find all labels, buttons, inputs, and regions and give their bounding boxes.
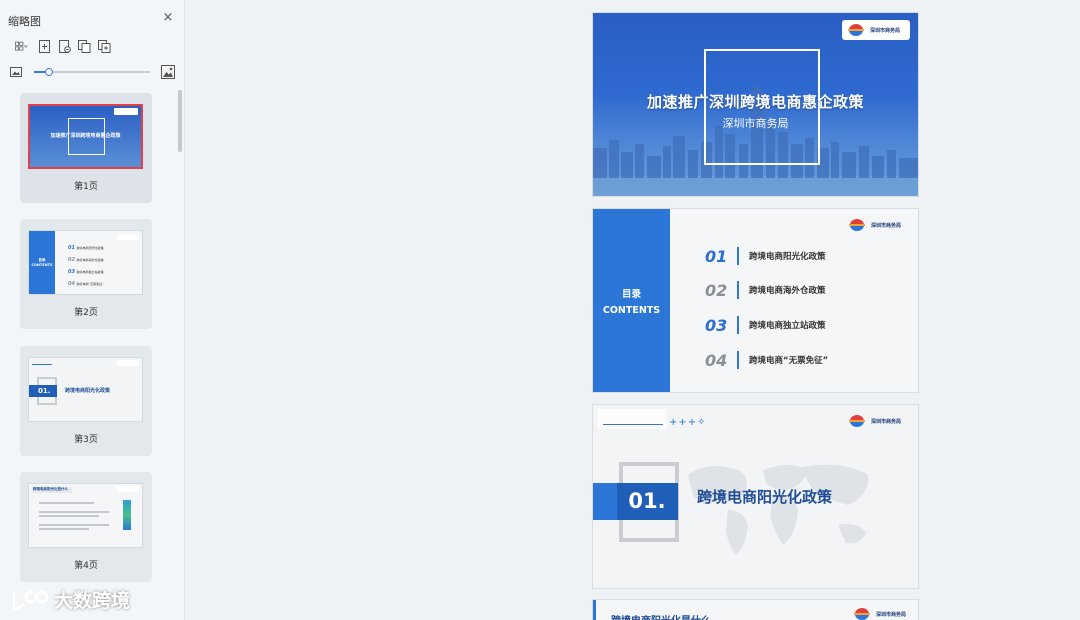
zoom-in-image-icon[interactable]: [161, 65, 175, 79]
panel-title: 缩略图: [8, 15, 41, 28]
world-map-image: [688, 464, 869, 555]
toc-text: 跨境电商海外仓政策: [749, 286, 826, 296]
logo-text: 深圳市商务局: [871, 222, 902, 229]
contents-subtitle: CONTENTS: [602, 305, 661, 316]
logo-badge: 深圳市商务局: [842, 20, 910, 40]
thumbnail-slide-3[interactable]: 01. 跨境电商阳光化政策 第3页: [20, 346, 152, 456]
watermark-logo-icon: [12, 590, 49, 610]
slide-2[interactable]: 目录 CONTENTS 01 跨境电商阳光化政策 02 跨境电商海外仓政策 03…: [593, 209, 918, 392]
logo-text: 深圳市商务局: [870, 27, 901, 34]
thumbnail-slide-2[interactable]: 目录 CONTENTS 01 跨境电商阳光化政策 02 跨境电商海外仓政策 03…: [20, 219, 152, 329]
zoom-out-image-icon[interactable]: [10, 66, 22, 78]
copy-slide-icon[interactable]: [76, 38, 92, 54]
toc-text: 跨境电商“无票免征”: [749, 356, 829, 366]
thumbnail-panel: 缩略图 × 加速推广深圳跨境电商惠企政策 第1页 目录 CONTENTS 01 …: [0, 0, 185, 620]
contents-title: 目录: [621, 289, 641, 300]
delete-slide-icon[interactable]: [56, 38, 72, 54]
toc-item-3[interactable]: 03 跨境电商独立站政策: [705, 315, 826, 335]
thumbnail-toolbar: [10, 38, 116, 54]
toc-divider: [737, 316, 739, 334]
thumbnail-label: 第3页: [74, 435, 98, 445]
slide-3[interactable]: +++✧ 01. 跨境电商阳光化政策 深圳市商务局: [593, 405, 918, 588]
logo-text: 深圳市商务局: [876, 611, 907, 618]
thumbnail-section-num: 01.: [29, 385, 57, 397]
section-number: 01.: [628, 489, 666, 513]
thumbnail-image: 目录 CONTENTS 01 跨境电商阳光化政策 02 跨境电商海外仓政策 03…: [28, 230, 143, 295]
thumbnail-label: 第1页: [74, 182, 98, 192]
logo-text: 深圳市商务局: [871, 418, 902, 425]
decorative-sparkle: +++✧: [669, 417, 707, 428]
slide-title: 跨境电商阳光化是什么: [611, 612, 711, 620]
toc-divider: [737, 351, 739, 369]
commerce-bureau-logo-icon: [848, 24, 864, 36]
toc-item-2[interactable]: 02 跨境电商海外仓政策: [705, 280, 826, 300]
logo-badge: 深圳市商务局: [843, 215, 911, 235]
logo-badge: 深圳市商务局: [848, 604, 916, 620]
slide-subtitle: 深圳市商务局: [722, 117, 789, 130]
slide-4[interactable]: 跨境电商阳光化是什么 深圳市商务局: [593, 600, 918, 620]
thumbnail-slide4-title: 跨境电商阳光化是什么: [33, 487, 68, 491]
commerce-bureau-logo-icon: [849, 219, 865, 231]
slide-accent-bar: [593, 600, 596, 620]
zoom-slider[interactable]: [34, 68, 150, 76]
toc-divider: [737, 247, 739, 265]
thumbnail-label: 第4页: [74, 561, 98, 571]
thumbnail-image: 01. 跨境电商阳光化政策: [28, 357, 143, 422]
thumbnail-scrollbar[interactable]: [178, 90, 182, 152]
commerce-bureau-logo-icon: [849, 415, 865, 427]
contents-sidebar: 目录 CONTENTS: [593, 209, 670, 392]
layout-grid-icon[interactable]: [10, 38, 32, 54]
zoom-slider-row: [10, 64, 176, 80]
thumbnail-section-title: 跨境电商阳光化政策: [65, 388, 111, 394]
toc-item-1[interactable]: 01 跨境电商阳光化政策: [705, 246, 826, 266]
commerce-bureau-logo-icon: [854, 608, 870, 620]
new-slide-icon[interactable]: [36, 38, 52, 54]
toc-number: 02: [705, 280, 728, 300]
logo-badge: 深圳市商务局: [843, 411, 911, 431]
thumbnail-label: 第2页: [74, 308, 98, 318]
toc-text: 跨境电商阳光化政策: [749, 252, 826, 262]
section-title: 跨境电商阳光化政策: [697, 488, 833, 506]
close-icon[interactable]: ×: [161, 11, 175, 25]
thumbnail-slide-1[interactable]: 加速推广深圳跨境电商惠企政策 第1页: [20, 93, 152, 203]
toc-text: 跨境电商独立站政策: [749, 321, 826, 331]
thumbnail-slide-4[interactable]: 跨境电商阳光化是什么 第4页: [20, 472, 152, 582]
toc-item-4[interactable]: 04 跨境电商“无票免征”: [705, 350, 828, 370]
section-number-accent: [593, 483, 617, 520]
toc-divider: [737, 281, 739, 299]
thumbnail-slide-title: 加速推广深圳跨境电商惠企政策: [50, 133, 121, 139]
toc-number: 01: [705, 246, 728, 266]
decorative-line: [603, 424, 663, 425]
zoom-slider-handle[interactable]: [45, 68, 53, 76]
slide-1[interactable]: 加速推广深圳跨境电商惠企政策 深圳市商务局 深圳市商务局: [593, 13, 918, 196]
toc-number: 04: [705, 350, 728, 370]
thumbnail-image: 跨境电商阳光化是什么: [28, 483, 143, 548]
thumbnail-image: 加速推广深圳跨境电商惠企政策: [28, 104, 143, 169]
toc-number: 03: [705, 315, 728, 335]
slide-title: 加速推广深圳跨境电商惠企政策: [646, 93, 864, 111]
thumbnail-toc-sub: CONTENTS: [31, 263, 53, 267]
watermark-text: 大数跨境: [54, 590, 131, 612]
watermark: 大数跨境: [10, 586, 130, 613]
duplicate-slide-icon[interactable]: [96, 38, 112, 54]
